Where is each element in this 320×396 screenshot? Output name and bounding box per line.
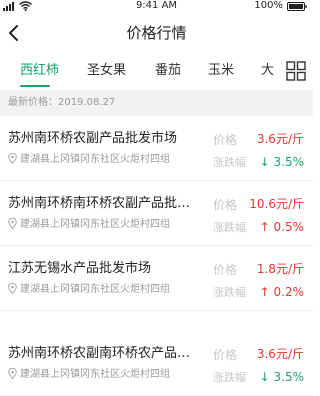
location-pin-icon <box>8 218 17 229</box>
market-name: 苏州南环桥南环桥农副产品批… <box>8 196 191 211</box>
price-label: 价格 <box>213 348 238 362</box>
change-percent: 3.5% <box>273 370 305 384</box>
market-location: 建湖县上冈镇冈东社区火炬村四组 <box>8 283 208 297</box>
market-row[interactable]: 苏州南环桥农副南环桥农产品… 建湖县上冈镇冈东社区火炬村四组 价格 涨跌幅 3.… <box>0 331 313 396</box>
active-tab-indicator <box>20 85 50 87</box>
change-percent: 0.2% <box>273 285 305 299</box>
latest-price-date: 最新价格：2019.08.27 <box>8 97 116 108</box>
tab-corn[interactable]: 玉米 <box>208 62 234 80</box>
battery-icon <box>287 2 307 11</box>
market-location: 建湖县上冈镇冈东社区火炬村四组 <box>8 153 208 167</box>
market-name: 江苏无锡水产品批发市场 <box>8 261 152 276</box>
change-value: ↑ 0.2% <box>260 284 304 300</box>
change-label: 涨跌幅 <box>213 371 246 384</box>
arrow-up-icon: ↑ <box>259 220 270 234</box>
market-location: 建湖县上冈镇冈东社区火炬村四组 <box>8 218 208 232</box>
location-text: 建湖县上冈镇冈东社区火炬村四组 <box>20 219 170 230</box>
status-bar: 9:41 AM 100% <box>0 0 313 14</box>
nav-header: 价格行情 <box>0 14 313 52</box>
location-pin-icon <box>8 368 17 379</box>
change-percent: 3.5% <box>273 155 305 169</box>
tab-fanqie[interactable]: 番茄 <box>155 62 181 80</box>
market-row[interactable]: 苏州南环桥农副产品批发市场 建湖县上冈镇冈东社区火炬村四组 价格 涨跌幅 3.6… <box>0 116 313 181</box>
category-tabs: 西红柿 圣女果 番茄 玉米 大 <box>0 56 313 90</box>
location-pin-icon <box>8 283 17 294</box>
market-row[interactable]: 苏州南环桥南环桥农副产品批… 建湖县上冈镇冈东社区火炬村四组 价格 涨跌幅 10… <box>0 181 313 246</box>
price-label: 价格 <box>213 198 238 212</box>
price-value: 3.6元/斤 <box>256 347 304 361</box>
price-value: 10.6元/斤 <box>249 197 304 211</box>
market-row[interactable]: 江苏无锡水产品批发市场 建湖县上冈镇冈东社区火炬村四组 价格 涨跌幅 1.8元/… <box>0 246 313 311</box>
arrow-down-icon: ↓ <box>259 155 270 169</box>
change-value: ↓ 3.5% <box>260 154 304 170</box>
location-text: 建湖县上冈镇冈东社区火炬村四组 <box>20 369 170 380</box>
latest-price-date-bar: 最新价格：2019.08.27 <box>0 90 313 116</box>
price-value: 3.6元/斤 <box>256 132 304 146</box>
change-percent: 0.5% <box>273 220 305 234</box>
change-label: 涨跌幅 <box>213 156 246 169</box>
arrow-up-icon: ↑ <box>259 285 270 299</box>
change-value: ↓ 3.5% <box>260 369 304 385</box>
location-pin-icon <box>8 153 17 164</box>
change-value: ↑ 0.5% <box>260 219 304 235</box>
arrow-down-icon: ↓ <box>259 370 270 384</box>
tab-more[interactable]: 大 <box>261 62 274 80</box>
change-label: 涨跌幅 <box>213 286 246 299</box>
market-name: 苏州南环桥农副产品批发市场 <box>8 131 178 146</box>
page-title: 价格行情 <box>126 24 187 42</box>
tab-tomato[interactable]: 西红柿 <box>20 62 59 80</box>
market-name: 苏州南环桥农副南环桥农产品… <box>8 346 191 361</box>
grid-icon <box>286 61 306 81</box>
price-label: 价格 <box>213 133 238 147</box>
market-location: 建湖县上冈镇冈东社区火炬村四组 <box>8 368 208 382</box>
price-value: 1.8元/斤 <box>256 262 304 276</box>
battery-percent: 100% <box>254 0 283 11</box>
location-text: 建湖县上冈镇冈东社区火炬村四组 <box>20 154 170 165</box>
location-text: 建湖县上冈镇冈东社区火炬村四组 <box>20 284 170 295</box>
price-label: 价格 <box>213 263 238 277</box>
all-categories-button[interactable] <box>285 60 307 82</box>
change-label: 涨跌幅 <box>213 221 246 234</box>
tab-cherry-tomato[interactable]: 圣女果 <box>87 62 126 80</box>
